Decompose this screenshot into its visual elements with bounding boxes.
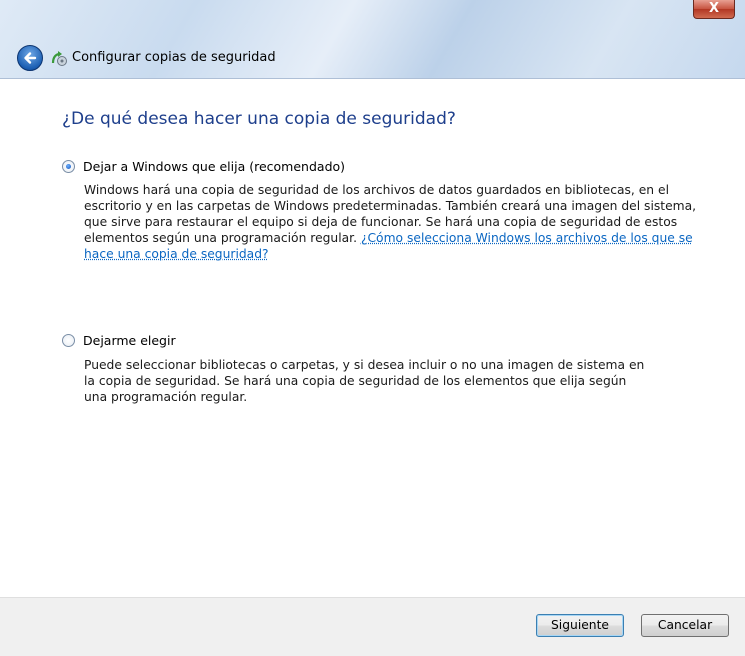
- backup-app-icon: [51, 51, 67, 66]
- option-description-windows-choose: Windows hará una copia de seguridad de l…: [84, 182, 696, 262]
- description-line: una programación regular.: [84, 390, 248, 404]
- backup-wizard-window: X Configurar copias de seguridad ¿De qué…: [0, 0, 745, 656]
- description-line: escritorio y en las carpetas de Windows …: [84, 199, 697, 213]
- cancel-button[interactable]: Cancelar: [641, 614, 729, 637]
- description-line-with-link: elementos según una programación regular…: [84, 230, 696, 246]
- window-chrome: X Configurar copias de seguridad: [0, 0, 745, 79]
- help-link-continued[interactable]: hace una copia de seguridad?: [84, 247, 269, 261]
- option-let-me-choose[interactable]: Dejarme elegir: [62, 333, 176, 348]
- back-arrow-icon: [24, 52, 37, 64]
- window-title: Configurar copias de seguridad: [72, 50, 276, 65]
- option-label-windows-choose: Dejar a Windows que elija (recomendado): [83, 159, 346, 174]
- description-line: Windows hará una copia de seguridad de l…: [84, 183, 669, 197]
- page-heading: ¿De qué desea hacer una copia de segurid…: [62, 109, 456, 129]
- description-line: la copia de seguridad. Se hará una copia…: [84, 374, 627, 388]
- description-line: Puede seleccionar bibliotecas o carpetas…: [84, 358, 645, 372]
- close-button[interactable]: X: [693, 0, 735, 19]
- option-description-let-me-choose: Puede seleccionar bibliotecas o carpetas…: [84, 357, 644, 405]
- description-text: elementos según una programación regular…: [84, 231, 361, 245]
- radio-windows-choose[interactable]: [62, 160, 75, 173]
- footer-bar: Siguiente Cancelar: [0, 597, 745, 656]
- option-windows-choose[interactable]: Dejar a Windows que elija (recomendado): [62, 159, 345, 174]
- radio-let-me-choose[interactable]: [62, 334, 75, 347]
- option-label-let-me-choose: Dejarme elegir: [83, 333, 176, 348]
- next-button[interactable]: Siguiente: [536, 614, 624, 637]
- help-link[interactable]: ¿Cómo selecciona Windows los archivos de…: [361, 231, 693, 245]
- back-button[interactable]: [17, 45, 43, 71]
- description-line: que sirve para restaurar el equipo si de…: [84, 215, 678, 229]
